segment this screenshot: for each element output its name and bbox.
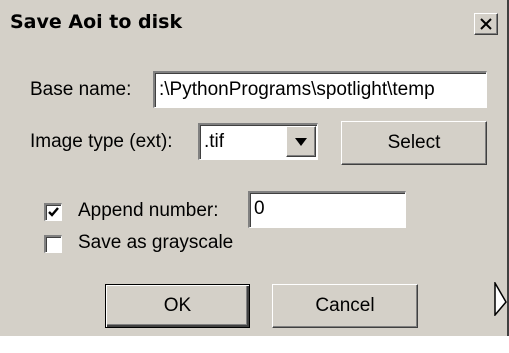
base-name-input[interactable]: :\PythonPrograms\spotlight\temp [153, 71, 487, 108]
save-aoi-dialog: Save Aoi to disk Base name: :\PythonProg… [0, 0, 509, 336]
dropdown-arrow-button[interactable] [286, 126, 316, 157]
image-type-selected: .tif [204, 131, 225, 152]
image-type-dropdown[interactable]: .tif [198, 123, 318, 160]
ok-button[interactable]: OK [105, 284, 250, 328]
grayscale-label: Save as grayscale [78, 232, 234, 253]
chevron-down-icon [295, 138, 307, 146]
cancel-button[interactable]: Cancel [272, 284, 418, 328]
append-number-input[interactable]: 0 [248, 191, 406, 228]
title-bar: Save Aoi to disk [0, 0, 507, 44]
select-button[interactable]: Select [341, 121, 487, 165]
check-icon [48, 207, 59, 217]
close-button[interactable] [474, 13, 498, 35]
close-icon [480, 18, 492, 30]
dialog-title: Save Aoi to disk [10, 11, 183, 33]
append-number-label: Append number: [78, 200, 219, 221]
grayscale-checkbox[interactable] [44, 235, 62, 253]
mouse-cursor-icon [494, 282, 507, 316]
append-number-checkbox[interactable] [44, 203, 62, 221]
base-name-label: Base name: [30, 79, 132, 100]
image-type-label: Image type (ext): [30, 131, 173, 152]
